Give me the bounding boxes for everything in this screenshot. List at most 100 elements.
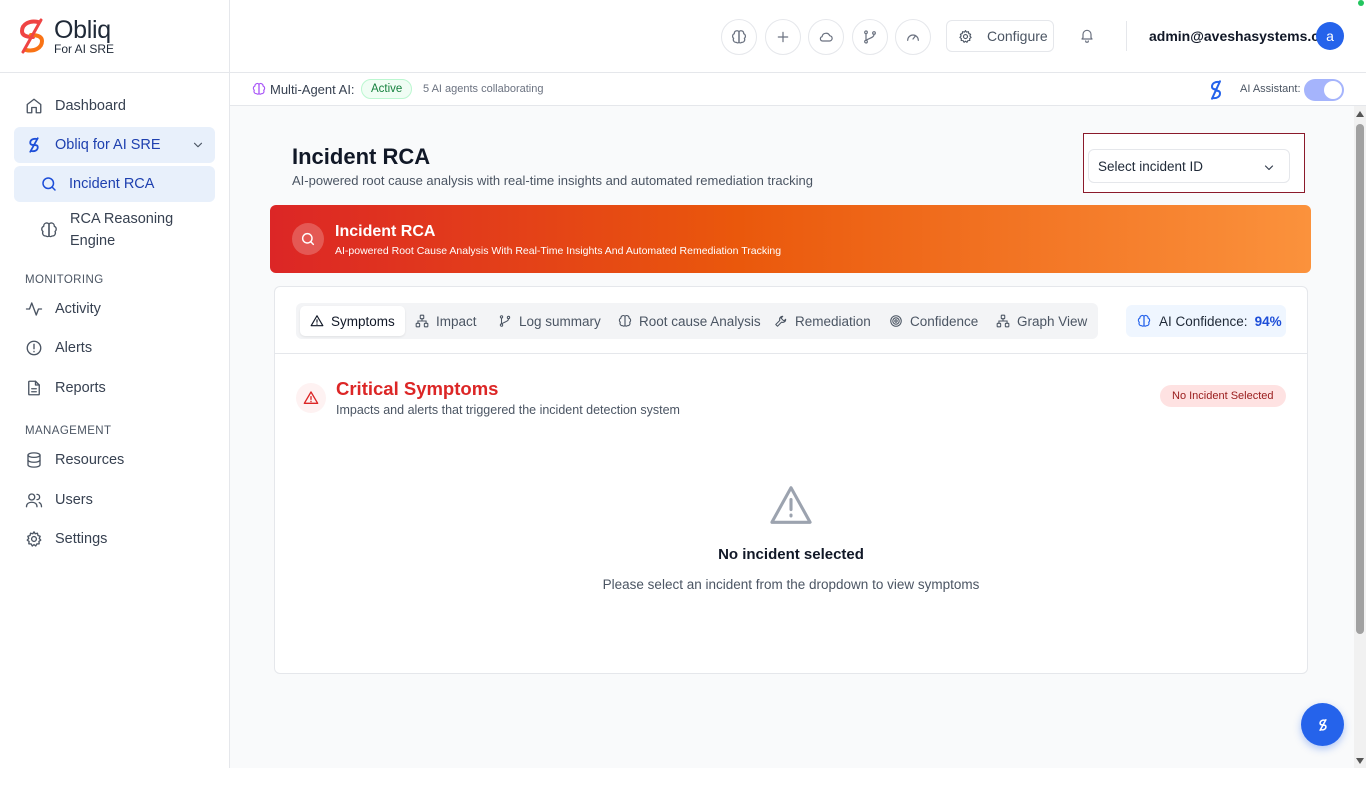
section-monitoring: MONITORING — [25, 273, 104, 286]
file-text-icon — [28, 380, 40, 396]
sidebar-item-resources[interactable]: Resources — [14, 441, 215, 479]
users-icon — [25, 493, 43, 508]
sidebar-item-alerts[interactable]: Alerts — [14, 329, 215, 367]
alert-triangle-icon — [770, 486, 812, 524]
chevron-down-icon — [1264, 165, 1274, 171]
add-button[interactable] — [765, 19, 801, 55]
activity-icon — [25, 302, 43, 316]
brain-button[interactable] — [721, 19, 757, 55]
avatar[interactable]: a — [1316, 22, 1344, 50]
rca-card: Symptoms Impact Log summary Root cause A… — [274, 286, 1308, 674]
tab-label: Symptoms — [331, 313, 395, 329]
status-badge: Active — [361, 79, 413, 99]
ai-assistant-fab[interactable] — [1301, 703, 1344, 746]
main-scrollbar[interactable] — [1354, 106, 1366, 768]
chevron-down-icon[interactable] — [191, 138, 205, 152]
tab-root-cause-analysis[interactable]: Root cause Analysis — [608, 306, 771, 336]
tab-symptoms[interactable]: Symptoms — [300, 306, 405, 336]
tab-impact[interactable]: Impact — [405, 306, 487, 336]
network-icon — [415, 314, 429, 328]
git-branch-icon — [499, 315, 511, 327]
topbar-divider — [1126, 21, 1127, 51]
scroll-up-arrow[interactable] — [1356, 111, 1364, 117]
sidebar: Obliq For AI SRE Dashboard Obliq for AI … — [0, 0, 230, 768]
tab-label: Remediation — [795, 313, 871, 329]
tab-label: Confidence — [910, 313, 979, 329]
topbar: Configure admin@aveshasystems.com a — [230, 0, 1366, 73]
sidebar-item-dashboard[interactable]: Dashboard — [14, 87, 215, 125]
brain-icon — [618, 315, 632, 327]
toggle-knob — [1324, 81, 1342, 99]
alert-triangle-icon — [310, 315, 324, 327]
plus-icon — [777, 31, 789, 43]
sidebar-nav: Dashboard Obliq for AI SRE Incident RCA … — [0, 73, 229, 558]
card-divider — [275, 353, 1307, 354]
network-icon — [996, 314, 1010, 328]
brain-icon — [252, 83, 266, 95]
user-email[interactable]: admin@aveshasystems.com — [1149, 28, 1340, 44]
scroll-thumb[interactable] — [1356, 124, 1364, 634]
page-title: Incident RCA — [292, 144, 431, 169]
status-dot — [1358, 0, 1364, 6]
brain-icon — [731, 30, 747, 44]
no-incident-badge: No Incident Selected — [1160, 385, 1286, 407]
incident-id-select[interactable]: Select incident ID — [1088, 149, 1290, 183]
tab-log-summary[interactable]: Log summary — [488, 306, 611, 336]
brand-tagline: For AI SRE — [54, 41, 115, 56]
bell-icon[interactable] — [1079, 27, 1095, 43]
gear-icon — [26, 531, 42, 548]
main-content: Incident RCA AI-powered root cause analy… — [230, 106, 1354, 768]
tab-graph-view[interactable]: Graph View — [986, 306, 1097, 336]
tab-confidence[interactable]: Confidence — [879, 306, 988, 336]
alert-triangle-icon — [303, 391, 319, 404]
cloud-icon — [819, 32, 833, 42]
wrench-icon — [775, 315, 787, 327]
tab-remediation[interactable]: Remediation — [764, 306, 881, 336]
cloud-button[interactable] — [808, 19, 844, 55]
ai-assistant-toggle[interactable] — [1304, 79, 1344, 101]
tab-label: Log summary — [519, 313, 601, 329]
empty-state-subtitle: Please select an incident from the dropd… — [602, 577, 980, 592]
search-icon — [301, 232, 315, 246]
scroll-down-arrow[interactable] — [1356, 758, 1364, 764]
critical-symptoms-subtitle: Impacts and alerts that triggered the in… — [336, 403, 680, 417]
database-icon — [27, 452, 41, 468]
hero-banner: Incident RCA AI-powered Root Cause Analy… — [270, 205, 1311, 273]
brand-name: Obliq — [54, 15, 111, 44]
sidebar-item-label: RCA Reasoning Engine — [70, 210, 174, 249]
sidebar-item-activity[interactable]: Activity — [14, 290, 215, 328]
obliq-logo-icon — [1210, 80, 1222, 100]
sidebar-item-label: Settings — [55, 531, 108, 548]
hero-search-badge — [292, 223, 324, 255]
sidebar-item-settings[interactable]: Settings — [14, 520, 215, 558]
multi-agent-status-bar: Multi-Agent AI: Active 5 AI agents colla… — [230, 73, 1366, 106]
empty-state-title: No incident selected — [718, 546, 864, 563]
configure-button[interactable]: Configure — [946, 20, 1054, 52]
obliq-logo-icon — [29, 137, 39, 153]
sidebar-item-rca-reasoning-engine[interactable]: RCA Reasoning Engine — [14, 204, 215, 256]
tab-label: Graph View — [1017, 313, 1088, 329]
brand[interactable]: Obliq For AI SRE — [0, 0, 229, 73]
sidebar-item-label: Incident RCA — [69, 176, 155, 192]
sidebar-item-reports[interactable]: Reports — [14, 369, 215, 407]
incident-select-frame: Select incident ID — [1083, 133, 1305, 193]
sidebar-item-label: Reports — [55, 380, 106, 397]
incident-select-placeholder: Select incident ID — [1098, 158, 1204, 174]
sidebar-item-label: Dashboard — [55, 98, 126, 114]
page-subtitle: AI-powered root cause analysis with real… — [292, 173, 813, 188]
sidebar-item-incident-rca[interactable]: Incident RCA — [14, 166, 215, 202]
brain-icon — [41, 222, 57, 237]
home-icon — [26, 98, 42, 114]
sidebar-item-obliq-for-ai-sre[interactable]: Obliq for AI SRE — [14, 127, 215, 163]
ai-confidence-pill: AI Confidence: 94% — [1126, 305, 1286, 337]
target-icon — [890, 315, 902, 327]
git-branch-button[interactable] — [852, 19, 888, 55]
sidebar-item-label: Alerts — [55, 340, 93, 357]
configure-label: Configure — [987, 28, 1048, 44]
hero-subtitle: AI-powered Root Cause Analysis With Real… — [335, 245, 782, 257]
gauge-button[interactable] — [895, 19, 931, 55]
sidebar-item-label: Obliq for AI SRE — [55, 137, 161, 153]
sidebar-item-users[interactable]: Users — [14, 481, 215, 519]
agents-count-text: 5 AI agents collaborating — [423, 83, 544, 95]
sidebar-item-label: Resources — [55, 452, 125, 469]
